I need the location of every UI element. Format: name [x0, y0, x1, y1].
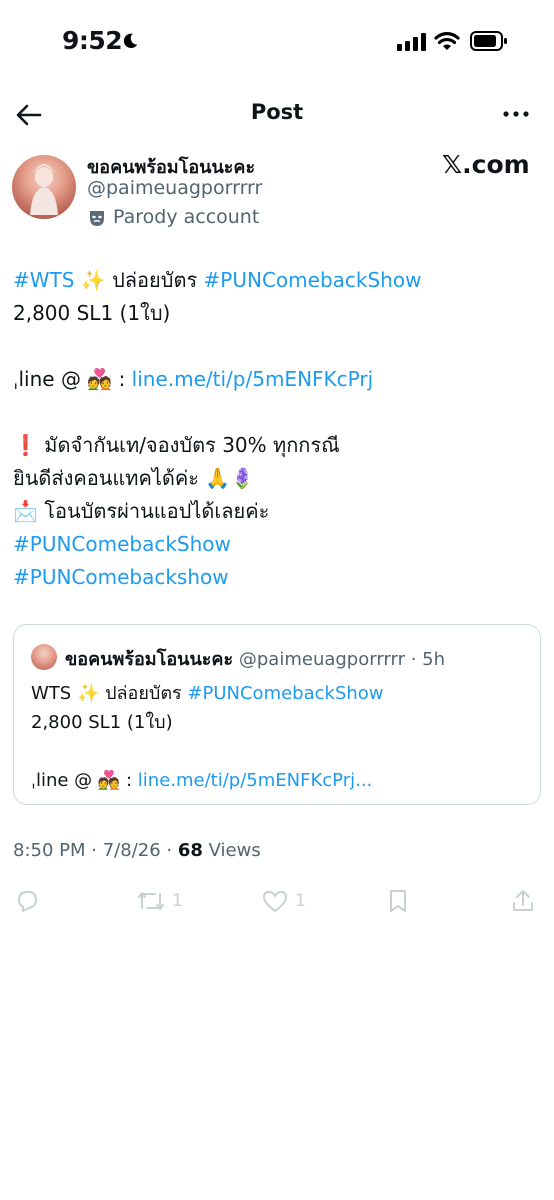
- hashtag-link[interactable]: #PUNComebackShow: [204, 268, 422, 292]
- hashtag-link[interactable]: #PUNComebackshow: [13, 565, 229, 589]
- author-handle[interactable]: @paimeuagporrrrr: [87, 177, 262, 199]
- quoted-text: WTS ✨ ปล่อยบัตร #PUNComebackShow 2,800 SL…: [31, 679, 531, 795]
- post-date: 7/8/26: [102, 840, 161, 861]
- tweet-text-segment: ปล่อยบัตร: [112, 268, 204, 292]
- quoted-display-name: ขอคนพร้อมโอนนะคะ: [65, 649, 234, 670]
- tweet-line: 2,800 SL1 (1ใบ): [13, 297, 543, 330]
- tweet-text-segment: โอนบัตรผ่านแอปได้เลยค่ะ: [44, 499, 270, 523]
- meta-separator: ·: [166, 840, 178, 861]
- bookmark-icon: [390, 890, 406, 912]
- cellular-signal-icon: [397, 33, 426, 51]
- tweet-line: #WTS ✨ ปล่อยบัตร #PUNComebackShow: [13, 264, 543, 297]
- post-time: 8:50 PM: [13, 840, 86, 861]
- tweet-line: ยินดีส่งคอนแทคได้ค่ะ 🙏🪻: [13, 462, 543, 495]
- repost-button[interactable]: 1: [136, 886, 183, 916]
- tweet-line: #PUNComebackshow: [13, 561, 543, 594]
- hashtag-link[interactable]: #PUNComebackShow: [187, 683, 383, 704]
- parody-label: Parody account: [87, 206, 259, 228]
- bookmark-button[interactable]: [386, 886, 410, 916]
- views-count[interactable]: 68: [178, 840, 203, 861]
- quote-text-segment: WTS ✨ ปล่อยบัตร: [31, 683, 188, 704]
- page-title: Post: [250, 100, 304, 124]
- tweet-text-segment: 📩: [13, 499, 45, 523]
- share-button[interactable]: [510, 886, 536, 916]
- quote-line: [31, 737, 531, 766]
- quote-line: 2,800 SL1 (1ใบ): [31, 708, 531, 737]
- url-link[interactable]: line.me/ti/p/5mENFKcPrj: [132, 367, 373, 391]
- status-bar: 9:52: [0, 0, 554, 84]
- battery-icon: [470, 31, 507, 51]
- tweet-line: ˌline @ 💑 : line.me/ti/p/5mENFKcPrj: [13, 363, 543, 396]
- reply-button[interactable]: [14, 886, 40, 916]
- reply-icon: [18, 891, 37, 912]
- like-button[interactable]: 1: [261, 886, 306, 916]
- parody-label-text: Parody account: [113, 206, 260, 228]
- quote-line: WTS ✨ ปล่อยบัตร #PUNComebackShow: [31, 679, 531, 708]
- quoted-avatar: [31, 644, 57, 670]
- tweet-text-segment: มัดจำกันเท/จองบัตร 30% ทุกกรณี: [44, 433, 340, 457]
- repost-icon: [138, 892, 164, 910]
- avatar[interactable]: [12, 155, 76, 219]
- quote-text-segment: 2,800 SL1 (1ใบ): [31, 712, 173, 733]
- quoted-separator: ·: [404, 649, 423, 670]
- url-link[interactable]: line.me/ti/p/5mENFKcPrj...: [138, 770, 372, 791]
- tweet-line: ❗ มัดจำกันเท/จองบัตร 30% ทุกกรณี: [13, 429, 543, 462]
- tweet-text-segment: ยินดีส่งคอนแทคได้ค่ะ 🙏🪻: [13, 466, 256, 490]
- views-label: Views: [208, 840, 261, 861]
- hashtag-link[interactable]: #WTS: [13, 268, 74, 292]
- like-count: 1: [295, 891, 306, 911]
- tweet-text-segment: ✨: [74, 268, 113, 292]
- moon-icon: [123, 33, 138, 49]
- tweet-text-segment: :: [112, 367, 132, 391]
- tweet-line: 📩 โอนบัตรผ่านแอปได้เลยค่ะ: [13, 495, 543, 528]
- xcom-watermark: 𝕏.com: [442, 150, 530, 179]
- quoted-handle: @paimeuagporrrrr: [238, 649, 405, 670]
- tweet-text: #WTS ✨ ปล่อยบัตร #PUNComebackShow 2,800 S…: [13, 264, 543, 594]
- hashtag-link[interactable]: #PUNComebackShow: [13, 532, 231, 556]
- action-bar: 1 1: [0, 882, 554, 922]
- avatar-image: [30, 164, 58, 215]
- share-icon: [513, 890, 533, 911]
- post-meta: 8:50 PM · 7/8/26 · 68 Views: [13, 840, 261, 861]
- heart-icon: [263, 891, 287, 912]
- tweet-line: [13, 330, 543, 363]
- mask-icon: [90, 210, 104, 226]
- meta-separator: ·: [91, 840, 103, 861]
- quote-line: ˌline @ 💑 : line.me/ti/p/5mENFKcPrj...: [31, 766, 531, 795]
- quote-text-segment: ˌline @ 💑 :: [31, 770, 138, 791]
- tweet-line: [13, 396, 543, 429]
- quoted-time: 5h: [422, 649, 446, 670]
- quoted-tweet[interactable]: ขอคนพร้อมโอนนะคะ @paimeuagporrrrr · 5h W…: [13, 624, 541, 805]
- tweet-text-segment: 2,800 SL1 (1ใบ): [13, 301, 171, 325]
- quoted-header: ขอคนพร้อมโอนนะคะ @paimeuagporrrrr · 5h: [65, 644, 445, 673]
- repost-count: 1: [172, 891, 183, 911]
- tweet-text-segment: ˌline @: [13, 367, 88, 391]
- nav-header: Post: [0, 90, 554, 140]
- more-options-icon[interactable]: [502, 102, 530, 126]
- tweet-text-segment: ❗: [13, 433, 45, 457]
- tweet-line: #PUNComebackShow: [13, 528, 543, 561]
- wifi-icon: [434, 32, 460, 50]
- status-time: 9:52: [62, 26, 123, 55]
- tweet-text-segment: 💑: [87, 367, 113, 391]
